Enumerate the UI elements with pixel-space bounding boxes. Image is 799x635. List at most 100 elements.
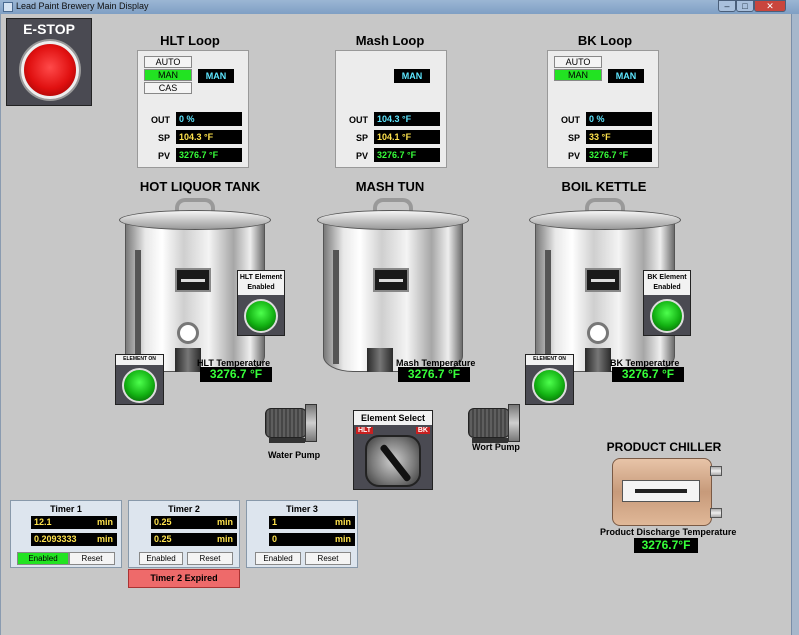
mash-blichmann-badge xyxy=(373,268,409,292)
wort-pump[interactable] xyxy=(464,402,526,444)
mash-vessel-body xyxy=(323,222,463,372)
bk-mode-display: MAN xyxy=(608,69,644,83)
timer-1-elapsed-unit: min xyxy=(96,534,113,544)
timer-3-setpoint-unit: min xyxy=(334,517,351,527)
water-pump-label: Water Pump xyxy=(268,450,321,460)
element-select-hlt-tag: HLT xyxy=(356,427,374,434)
timer-3-reset-button[interactable]: Reset xyxy=(305,552,351,565)
mash-sp-label: SP xyxy=(355,133,368,143)
element-select-label: Element Select xyxy=(354,411,432,425)
timer-3-elapsed-value: 0 xyxy=(272,534,278,544)
timer-1-enabled-button[interactable]: Enabled xyxy=(17,552,69,565)
timer-3-setpoint[interactable]: 1 min xyxy=(269,516,355,529)
timer-1-setpoint[interactable]: 12.1 min xyxy=(31,516,117,529)
hlt-loop-title: HLT Loop xyxy=(160,33,220,48)
hlt-thermometer-gauge xyxy=(177,322,199,344)
mash-temperature-value: 3276.7 °F xyxy=(398,367,470,382)
hlt-sp-value[interactable]: 104.3 °F xyxy=(176,130,242,144)
timer-3-elapsed-unit: min xyxy=(334,534,351,544)
timer-3-panel: Timer 3 1 min 0 min Enabled Reset xyxy=(246,500,358,568)
hlt-mode-display: MAN xyxy=(198,69,234,83)
chiller-port-top xyxy=(710,466,722,476)
element-select-switch[interactable] xyxy=(365,435,421,487)
hlt-sp-label: SP xyxy=(157,133,170,143)
hlt-element-enabled-indicator[interactable]: HLT Element Enabled xyxy=(237,270,285,336)
mash-sp-value[interactable]: 104.1 °F xyxy=(374,130,440,144)
mash-loop-panel: MAN OUT 104.3 °F SP 104.1 °F PV 3276.7 °… xyxy=(335,50,447,168)
wort-pump-label: Wort Pump xyxy=(472,442,520,452)
boil-kettle-title: BOIL KETTLE xyxy=(561,179,647,194)
bk-sp-label: SP xyxy=(567,133,580,143)
hlt-element-on-lamp xyxy=(122,368,157,403)
element-select-panel: Element Select HLT BK xyxy=(353,410,433,490)
water-pump-foot xyxy=(269,438,305,443)
mash-pv-value: 3276.7 °F xyxy=(374,148,440,162)
minimize-button[interactable]: – xyxy=(718,0,736,12)
window-title: Lead Paint Brewery Main Display xyxy=(16,1,149,11)
bk-valve xyxy=(585,348,611,372)
timer-2-elapsed-value: 0.25 xyxy=(154,534,172,544)
timer-2-setpoint-unit: min xyxy=(216,517,233,527)
bk-temperature-value: 3276.7 °F xyxy=(612,367,684,382)
timer-2-title: Timer 2 xyxy=(168,504,200,514)
close-button[interactable]: ✕ xyxy=(754,0,786,12)
wort-pump-motor-icon xyxy=(468,408,510,438)
timer-3-enabled-button[interactable]: Enabled xyxy=(255,552,301,565)
timer-2-enabled-button[interactable]: Enabled xyxy=(139,552,183,565)
mash-lid xyxy=(317,210,469,230)
hlt-pv-label: PV xyxy=(157,151,170,161)
bk-loop-title: BK Loop xyxy=(577,33,633,48)
bk-thermometer-gauge xyxy=(587,322,609,344)
product-discharge-temperature-value: 3276.7°F xyxy=(634,538,698,553)
timer-1-panel: Timer 1 12.1 min 0.2093333 min Enabled R… xyxy=(10,500,122,568)
element-select-bk-tag: BK xyxy=(415,427,430,434)
bk-sp-value[interactable]: 33 °F xyxy=(586,130,652,144)
hlt-element-enabled-lamp xyxy=(244,299,278,333)
timer-2-setpoint[interactable]: 0.25 min xyxy=(151,516,237,529)
timer-1-reset-button[interactable]: Reset xyxy=(69,552,115,565)
product-chiller xyxy=(612,458,724,526)
mash-tun-title: MASH TUN xyxy=(355,179,425,194)
bk-element-on-lamp xyxy=(532,368,567,403)
water-pump[interactable] xyxy=(261,402,323,444)
hlt-lid xyxy=(119,210,271,230)
mash-out-value: 104.3 °F xyxy=(374,112,440,126)
bk-element-on-label: ELEMENT ON xyxy=(526,355,573,365)
timer-1-setpoint-unit: min xyxy=(96,517,113,527)
bk-sight-glass xyxy=(545,250,551,364)
hlt-mode-man-button[interactable]: MAN xyxy=(144,69,192,81)
timer-2-expired-banner: Timer 2 Expired xyxy=(128,569,240,588)
timer-1-elapsed: 0.2093333 min xyxy=(31,533,117,546)
maximize-button[interactable]: □ xyxy=(736,0,754,12)
window-frame-right xyxy=(791,14,799,635)
bk-loop-panel: AUTO MAN MAN OUT 0 % SP 33 °F PV 3276.7 … xyxy=(547,50,659,168)
timer-1-setpoint-value: 12.1 xyxy=(34,517,52,527)
timer-2-reset-button[interactable]: Reset xyxy=(187,552,233,565)
hlt-sight-glass xyxy=(135,250,141,364)
wort-pump-endcap xyxy=(508,404,520,442)
element-select-pointer xyxy=(379,443,412,483)
hlt-element-on-label: ELEMENT ON xyxy=(116,355,163,365)
mash-vessel xyxy=(317,198,469,378)
timer-2-elapsed: 0.25 min xyxy=(151,533,237,546)
hlt-mode-cas-button[interactable]: CAS xyxy=(144,82,192,94)
bk-pv-label: PV xyxy=(567,151,580,161)
timer-3-elapsed: 0 min xyxy=(269,533,355,546)
timer-3-setpoint-value: 1 xyxy=(272,517,278,527)
timer-2-elapsed-unit: min xyxy=(216,534,233,544)
chiller-port-bottom xyxy=(710,508,722,518)
bk-element-enabled-indicator[interactable]: BK Element Enabled xyxy=(643,270,691,336)
bk-mode-man-button[interactable]: MAN xyxy=(554,69,602,81)
estop-label: E-STOP xyxy=(23,21,75,37)
estop-panel: E-STOP xyxy=(6,18,92,106)
hlt-mode-auto-button[interactable]: AUTO xyxy=(144,56,192,68)
estop-button[interactable] xyxy=(21,41,79,99)
mash-valve xyxy=(367,348,393,372)
mash-mode-display: MAN xyxy=(394,69,430,83)
hlt-out-label: OUT xyxy=(151,115,170,125)
hlt-temperature-value: 3276.7 °F xyxy=(200,367,272,382)
bk-mode-auto-button[interactable]: AUTO xyxy=(554,56,602,68)
hlt-element-enabled-label: HLT Element Enabled xyxy=(238,271,284,295)
hlt-pv-value: 3276.7 °F xyxy=(176,148,242,162)
mash-pv-label: PV xyxy=(355,151,368,161)
